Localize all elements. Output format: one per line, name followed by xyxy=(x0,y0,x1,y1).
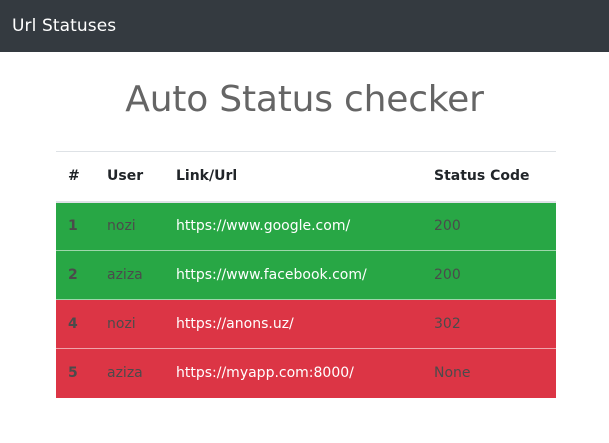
row-user: nozi xyxy=(107,218,136,235)
row-status-code: None xyxy=(422,348,556,398)
row-link: https://myapp.com:8000/ xyxy=(164,348,422,398)
table-body: 1 nozi https://www.google.com/ 200 2 azi… xyxy=(56,201,556,398)
row-number: 1 xyxy=(68,218,78,235)
row-status-code: 302 xyxy=(422,299,556,349)
row-user: aziza xyxy=(95,250,164,300)
table-row: 5 aziza https://myapp.com:8000/ None xyxy=(56,348,556,398)
row-user: aziza xyxy=(95,348,164,398)
column-header-link: Link/Url xyxy=(164,151,422,203)
url-status-table: # User Link/Url Status Code 1 nozi https… xyxy=(56,151,556,398)
column-header-status-code: Status Code xyxy=(422,151,556,203)
row-number: 4 xyxy=(56,299,95,349)
page-title: Auto Status checker xyxy=(125,79,484,120)
table-row: 2 aziza https://www.facebook.com/ 200 xyxy=(56,250,556,300)
navbar: Url Statuses xyxy=(0,0,609,52)
column-header-user: User xyxy=(95,151,164,203)
row-status-code: 200 xyxy=(434,218,461,235)
table-row: 1 nozi https://www.google.com/ 200 xyxy=(56,201,556,251)
row-link: https://www.facebook.com/ xyxy=(164,250,422,300)
row-link: https://anons.uz/ xyxy=(164,299,422,349)
table-row: 4 nozi https://anons.uz/ 302 xyxy=(56,299,556,349)
navbar-brand-link[interactable]: Url Statuses xyxy=(12,16,116,36)
table-header: # User Link/Url Status Code xyxy=(56,151,556,203)
row-status-code: 200 xyxy=(422,250,556,300)
row-user: nozi xyxy=(95,299,164,349)
table-header-row: # User Link/Url Status Code xyxy=(56,151,556,203)
row-link: https://www.google.com/ xyxy=(176,218,351,235)
row-number: 5 xyxy=(56,348,95,398)
row-number: 2 xyxy=(56,250,95,300)
column-header-number: # xyxy=(56,151,95,203)
